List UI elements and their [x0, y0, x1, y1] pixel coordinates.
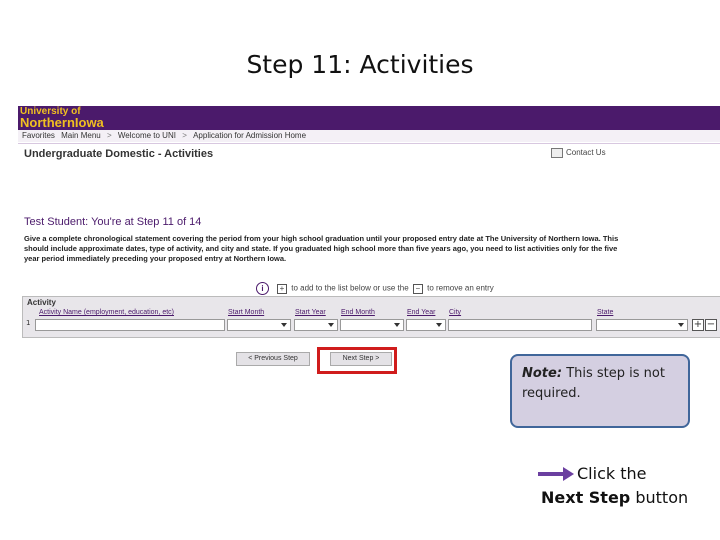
step-indicator: Test Student: You're at Step 11 of 14 — [24, 216, 202, 228]
dropdown-arrow-icon — [328, 323, 334, 327]
nav-application-home[interactable]: Application for Admission Home — [193, 131, 306, 140]
dropdown-arrow-icon — [436, 323, 442, 327]
university-banner: University of NorthernIowa — [18, 106, 720, 130]
contact-label: Contact Us — [566, 148, 606, 158]
contact-icon — [551, 148, 563, 158]
nav-separator-icon: > — [182, 131, 187, 140]
nav-main-menu[interactable]: Main Menu — [61, 131, 101, 140]
note-label: Note: — [522, 366, 563, 381]
header-divider — [18, 143, 720, 144]
button-word: button — [635, 488, 689, 507]
activity-grid: Activity Activity Name (employment, educ… — [22, 296, 720, 338]
grid-title: Activity — [27, 298, 56, 307]
end-year-select[interactable] — [406, 319, 446, 331]
row-index: 1 — [26, 319, 31, 327]
col-activity-name[interactable]: Activity Name (employment, education, et… — [39, 309, 174, 316]
dropdown-arrow-icon — [281, 323, 287, 327]
info-icon: i — [256, 282, 269, 295]
help-text-add: to add to the list below or use the — [291, 283, 409, 293]
logo-line-2: NorthernIowa — [20, 115, 104, 130]
col-end-year[interactable]: End Year — [407, 309, 435, 316]
state-select[interactable] — [596, 319, 688, 331]
col-start-year[interactable]: Start Year — [295, 309, 326, 316]
help-text-remove: to remove an entry — [427, 283, 494, 293]
start-year-select[interactable] — [294, 319, 338, 331]
end-month-select[interactable] — [340, 319, 404, 331]
nav-favorites[interactable]: Favorites — [22, 131, 55, 140]
add-row-button[interactable]: + — [692, 319, 704, 331]
click-instruction-line2: Next Step button — [541, 488, 688, 507]
start-month-select[interactable] — [227, 319, 291, 331]
minus-icon: − — [412, 283, 423, 294]
arrow-icon — [538, 467, 574, 481]
instructions-text: Give a complete chronological statement … — [24, 234, 619, 263]
col-start-month[interactable]: Start Month — [228, 309, 264, 316]
dropdown-arrow-icon — [678, 323, 684, 327]
col-end-month[interactable]: End Month — [341, 309, 375, 316]
click-instruction-line1: Click the — [577, 464, 647, 483]
breadcrumb-nav: Favorites Main Menu > Welcome to UNI > A… — [18, 130, 720, 142]
previous-step-button[interactable]: < Previous Step — [236, 352, 310, 366]
note-callout: Note: This step is not required. — [510, 354, 690, 428]
activity-name-input[interactable] — [35, 319, 225, 331]
page-heading: Undergraduate Domestic - Activities — [24, 148, 214, 160]
slide-title: Step 11: Activities — [246, 50, 474, 79]
dropdown-arrow-icon — [394, 323, 400, 327]
contact-us-link[interactable]: Contact Us — [551, 148, 606, 158]
plus-icon: + — [277, 283, 287, 294]
col-state[interactable]: State — [597, 309, 613, 316]
next-step-highlight — [317, 347, 397, 374]
city-input[interactable] — [448, 319, 592, 331]
col-city[interactable]: City — [449, 309, 461, 316]
nav-welcome[interactable]: Welcome to UNI — [118, 131, 176, 140]
nav-separator-icon: > — [106, 131, 112, 140]
remove-row-button[interactable]: − — [705, 319, 717, 331]
application-screenshot: University of NorthernIowa Favorites Mai… — [18, 106, 720, 368]
next-step-bold: Next Step — [541, 488, 631, 507]
help-row: i + to add to the list below or use the −… — [256, 282, 494, 295]
